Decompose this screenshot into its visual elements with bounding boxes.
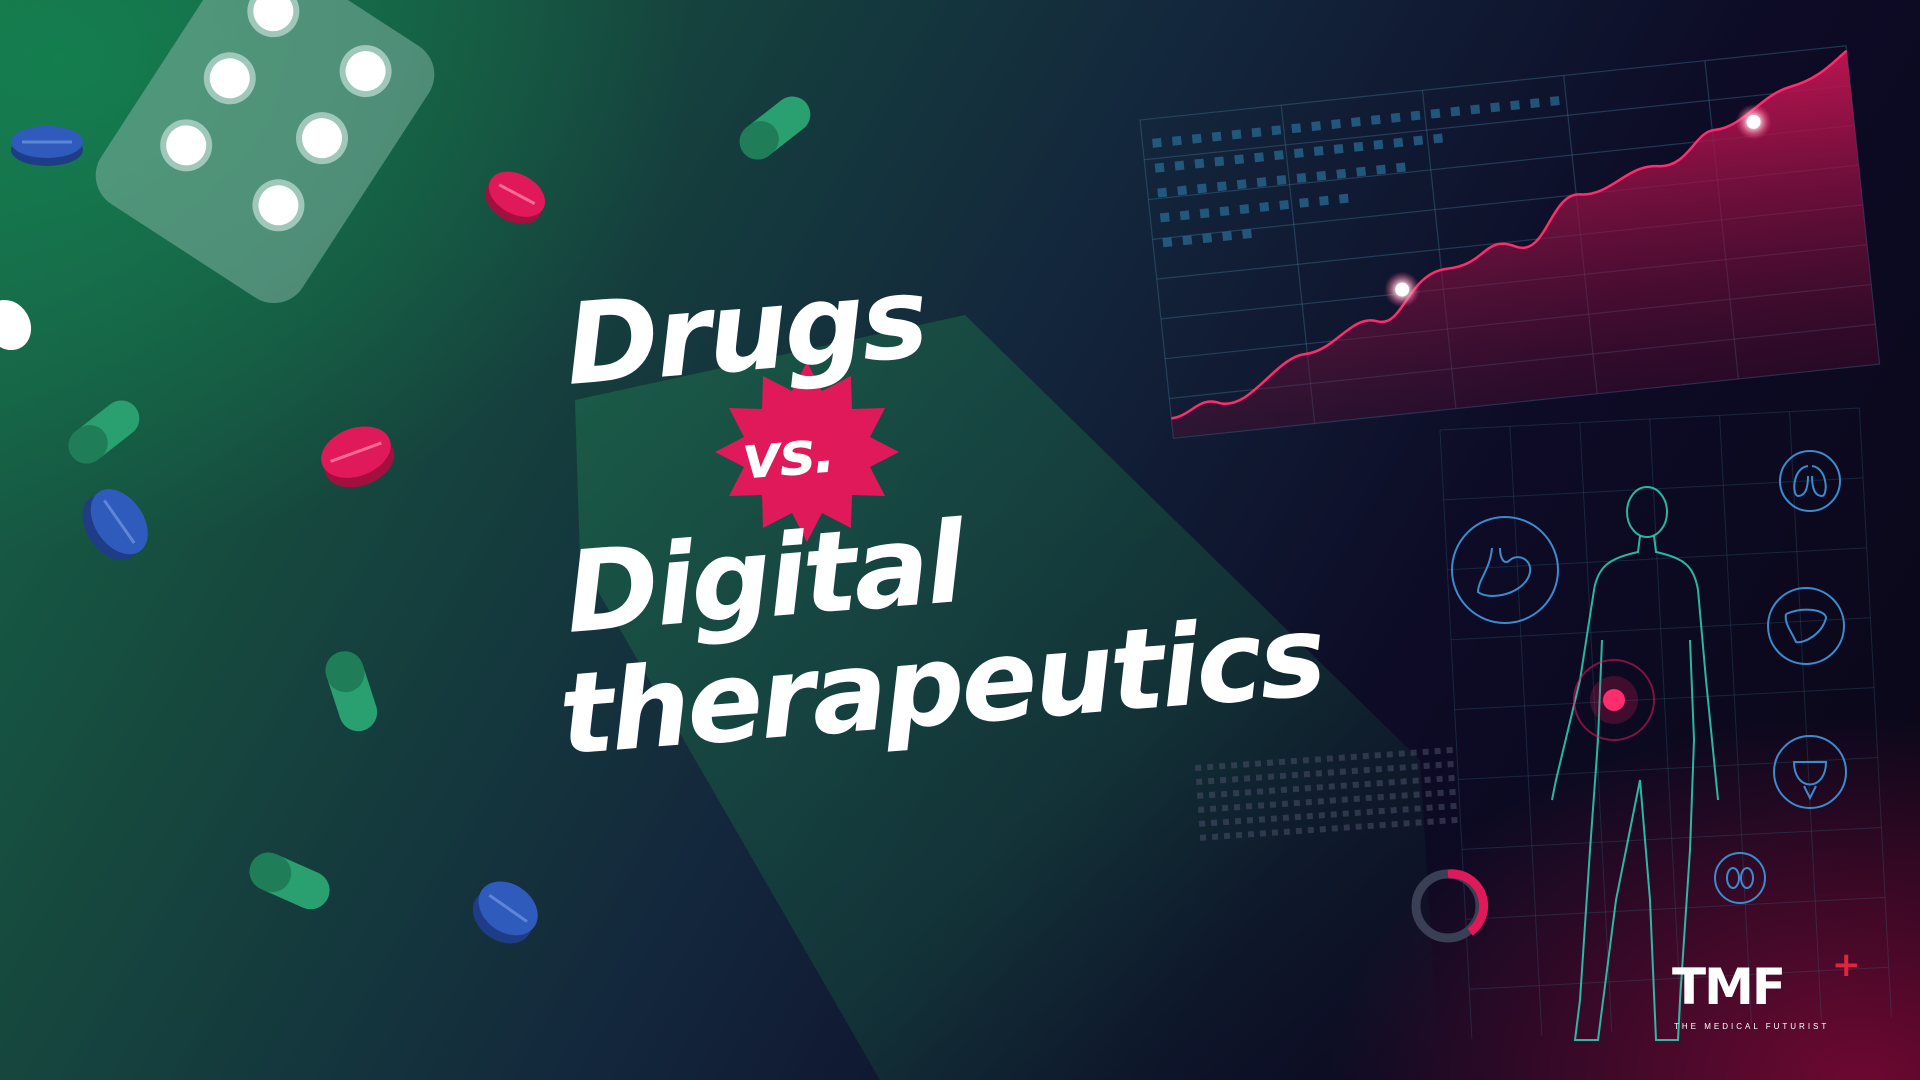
pill-icon-blue-2 — [82, 489, 148, 560]
logo-plus-icon: + — [1832, 945, 1861, 985]
tmf-logo: TMF + THE MEDICAL FUTURIST — [1672, 948, 1862, 1032]
chart-dot-matrix — [1152, 96, 1560, 248]
capsule-icon-3 — [325, 651, 378, 732]
decor-layer — [0, 0, 1892, 1080]
stomach-icon — [1451, 516, 1559, 624]
body-target-dot — [1603, 689, 1625, 711]
pill-icon-white — [0, 299, 32, 351]
bladder-icon — [1773, 735, 1847, 809]
title-vs: vs. — [739, 416, 837, 494]
capsule-icon-1 — [739, 96, 811, 160]
blister-pack-icon — [95, 0, 435, 304]
pill-icon-pink-1 — [485, 171, 546, 224]
logo-mark: TMF — [1672, 958, 1786, 1016]
banner-background: Drugs vs. Digital therapeutics TMF + THE… — [0, 0, 1920, 1080]
pill-icon-blue-3 — [472, 881, 538, 944]
capsule-icon-2 — [68, 400, 140, 464]
pill-icon-blue-1 — [11, 126, 83, 166]
line-chart-icon — [1139, 45, 1881, 439]
capsule-icon-4 — [249, 852, 330, 910]
logo-subtitle: THE MEDICAL FUTURIST — [1674, 1022, 1830, 1031]
kidney-icon — [1714, 852, 1766, 904]
pill-icon-pink-2 — [321, 426, 395, 488]
title-line-drugs: Drugs — [560, 252, 930, 411]
liver-icon — [1767, 587, 1845, 665]
